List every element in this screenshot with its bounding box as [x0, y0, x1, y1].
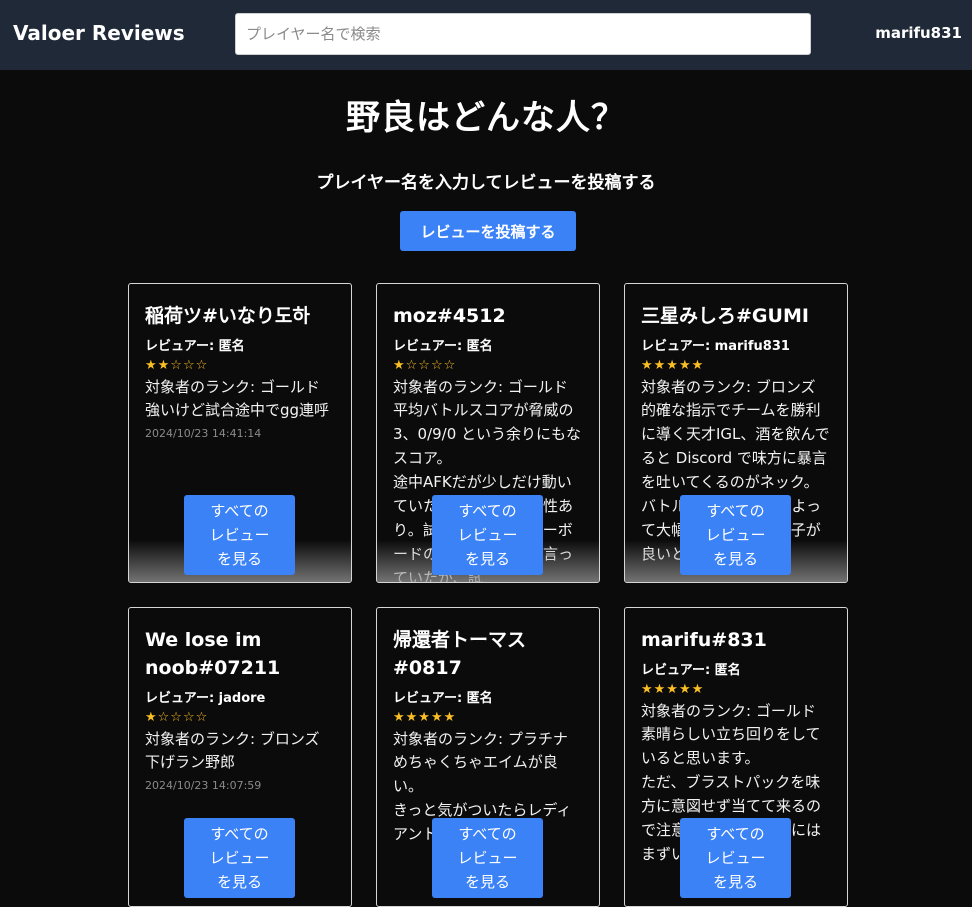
username-link[interactable]: marifu831: [875, 24, 962, 42]
page-subtitle: プレイヤー名を入力してレビューを投稿する: [316, 173, 656, 193]
target-rank: 対象者のランク: プラチナ: [393, 730, 568, 748]
player-search-input[interactable]: [235, 13, 811, 55]
star-rating: ★★★★★: [393, 710, 457, 725]
reviewer-name: レビュアー: jadore: [145, 691, 266, 706]
star-rating: ★☆☆☆☆: [393, 358, 457, 373]
reviewer-name: レビュアー: 匿名: [393, 339, 493, 354]
reviewer-name: レビュアー: 匿名: [641, 663, 741, 678]
reviewer-name: レビュアー: 匿名: [393, 691, 493, 706]
page-title: 野良はどんな人？: [346, 98, 626, 138]
target-rank: 対象者のランク: ゴールド: [641, 702, 816, 720]
target-rank: 対象者のランク: ゴールド: [393, 378, 568, 396]
reviewer-name: レビュアー: 匿名: [145, 339, 245, 354]
review-card: 稲荷ツ#いなり도하 レビュアー: 匿名 ★★☆☆☆ 対象者のランク: ゴールド …: [128, 283, 352, 583]
review-card: 三星みしろ#GUMI レビュアー: marifu831 ★★★★★ 対象者のラン…: [624, 283, 848, 583]
target-rank: 対象者のランク: ゴールド: [145, 378, 320, 396]
review-card: marifu#831 レビュアー: 匿名 ★★★★★ 対象者のランク: ゴールド…: [624, 607, 848, 907]
review-card: moz#4512 レビュアー: 匿名 ★☆☆☆☆ 対象者のランク: ゴールド 平…: [376, 283, 600, 583]
review-card: We lose im noob#07211 レビュアー: jadore ★☆☆☆…: [128, 607, 352, 907]
player-name[interactable]: moz#4512: [393, 302, 583, 330]
player-name[interactable]: We lose im noob#07211: [145, 626, 335, 682]
review-card: 帰還者トーマス#0817 レビュアー: 匿名 ★★★★★ 対象者のランク: プラ…: [376, 607, 600, 907]
see-all-reviews-button[interactable]: すべての レビュー を見る: [680, 495, 791, 575]
player-name[interactable]: 帰還者トーマス#0817: [393, 626, 583, 682]
player-name[interactable]: 三星みしろ#GUMI: [641, 302, 831, 330]
see-all-reviews-button[interactable]: すべての レビュー を見る: [184, 495, 295, 575]
star-rating: ★★☆☆☆: [145, 358, 209, 373]
review-date: 2024/10/23 14:41:14: [145, 427, 262, 440]
player-name[interactable]: 稲荷ツ#いなり도하: [145, 302, 335, 330]
target-rank: 対象者のランク: ブロンズ: [145, 730, 320, 748]
see-all-reviews-button[interactable]: すべての レビュー を見る: [680, 818, 791, 898]
see-all-reviews-button[interactable]: すべての レビュー を見る: [184, 818, 295, 898]
player-name[interactable]: marifu#831: [641, 626, 831, 654]
star-rating: ★★★★★: [641, 358, 705, 373]
post-review-button[interactable]: レビューを投稿する: [400, 211, 576, 251]
review-comment: 強いけど試合途中でgg連呼: [145, 401, 330, 419]
review-date: 2024/10/23 14:07:59: [145, 779, 262, 792]
see-all-reviews-button[interactable]: すべての レビュー を見る: [432, 495, 543, 575]
top-navbar: Valoer Reviews marifu831: [0, 0, 972, 70]
star-rating: ★☆☆☆☆: [145, 710, 209, 725]
brand-logo[interactable]: Valoer Reviews: [13, 21, 185, 45]
see-all-reviews-button[interactable]: すべての レビュー を見る: [432, 818, 543, 898]
review-comment: 下げラン野郎: [145, 753, 236, 771]
star-rating: ★★★★★: [641, 682, 705, 697]
target-rank: 対象者のランク: ブロンズ: [641, 378, 816, 396]
reviewer-name: レビュアー: marifu831: [641, 339, 790, 354]
